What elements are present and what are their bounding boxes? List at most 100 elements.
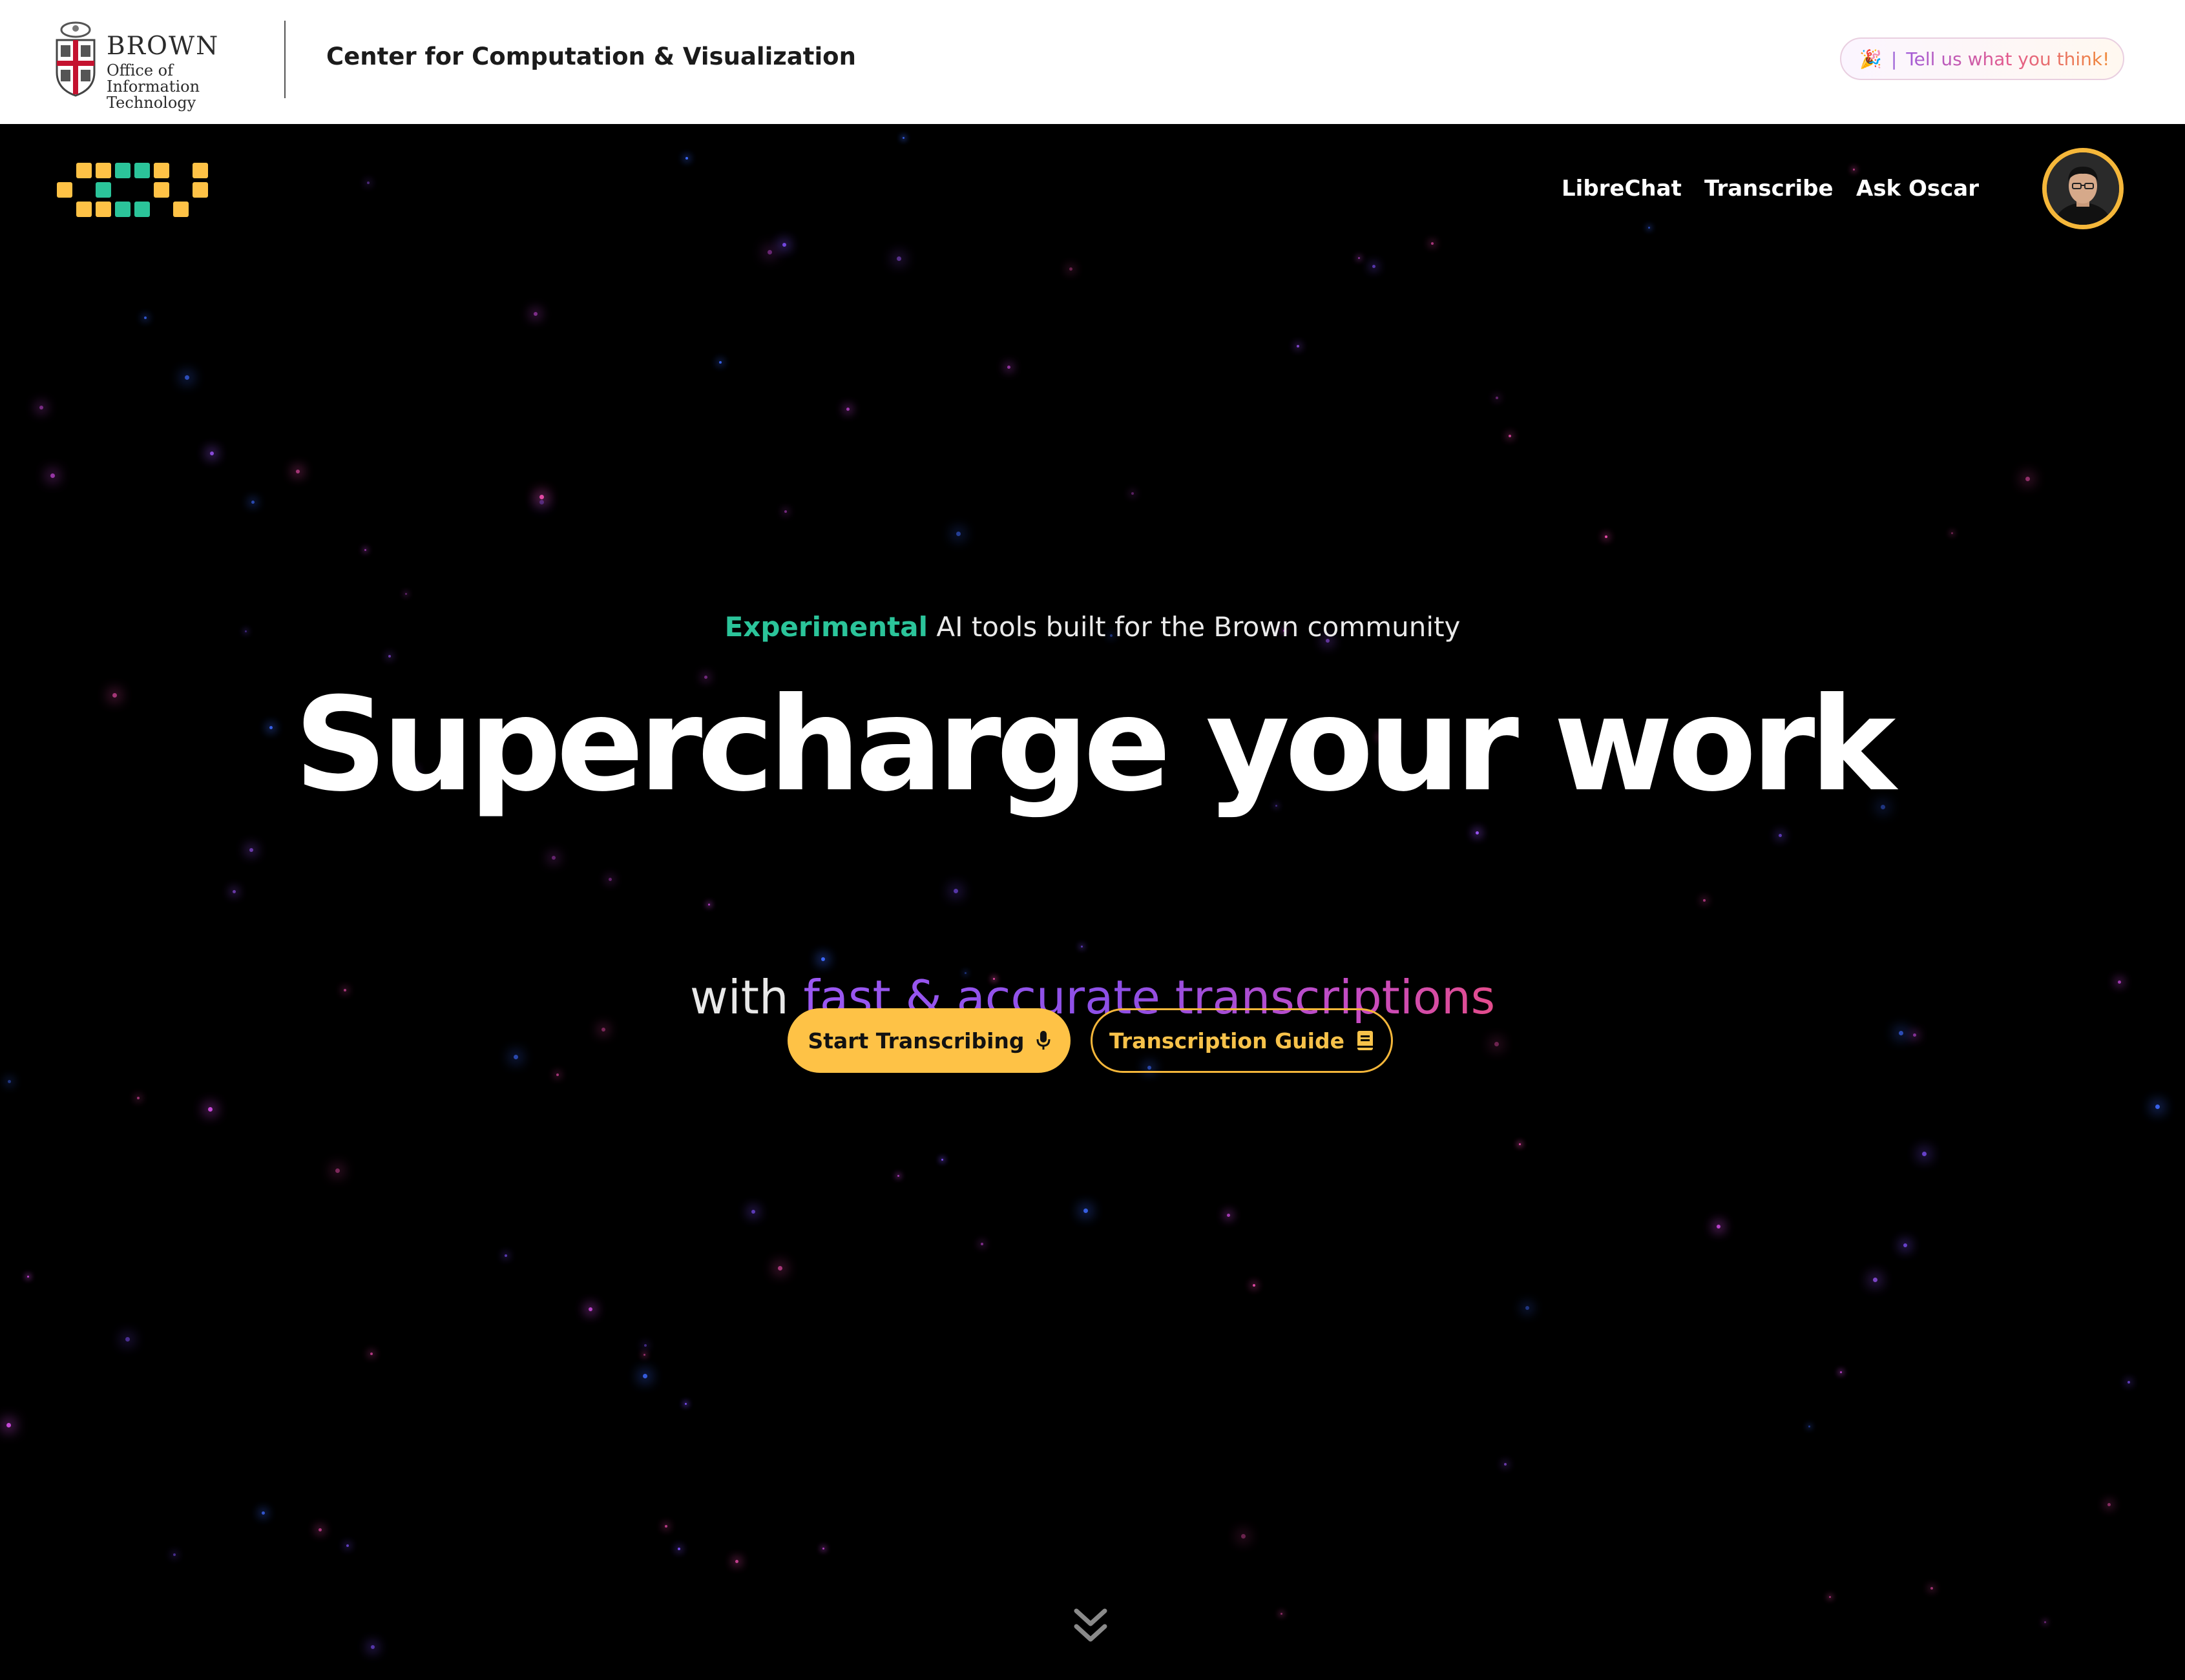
- hero-subline: with fast & accurate transcriptions: [0, 970, 2185, 1024]
- star-particle: [296, 470, 300, 473]
- star-particle: [643, 1374, 647, 1378]
- star-particle: [1779, 834, 1782, 837]
- star-particle: [601, 1028, 605, 1032]
- star-particle: [941, 1159, 943, 1161]
- star-particle: [539, 495, 544, 499]
- star-particle: [2107, 1503, 2111, 1506]
- nav-transcribe[interactable]: Transcribe: [1704, 176, 1834, 202]
- star-particle: [685, 157, 688, 160]
- star-particle: [644, 1344, 647, 1347]
- star-particle: [2025, 477, 2030, 481]
- ccv-logo-pixel: [193, 182, 208, 198]
- star-particle: [346, 1544, 349, 1547]
- star-particle: [1703, 899, 1706, 902]
- ccv-logo[interactable]: [57, 163, 208, 218]
- star-particle: [821, 957, 825, 961]
- star-particle: [335, 1168, 340, 1173]
- ccv-logo-pixel: [193, 163, 208, 178]
- user-portrait-icon: [2047, 152, 2119, 225]
- star-particle: [8, 1080, 11, 1083]
- ccv-logo-pixel: [57, 182, 72, 198]
- star-particle: [1840, 1371, 1842, 1373]
- star-particle: [210, 451, 214, 455]
- star-particle: [685, 1403, 687, 1405]
- star-particle: [1504, 1463, 1507, 1466]
- feedback-button[interactable]: 🎉 | Tell us what you think!: [1840, 37, 2124, 80]
- ccv-logo-pixel: [134, 202, 150, 217]
- star-particle: [1899, 1031, 1903, 1035]
- nav-librechat[interactable]: LibreChat: [1562, 176, 1682, 202]
- ccv-logo-pixel: [154, 163, 169, 178]
- star-particle: [1648, 227, 1650, 229]
- subline-prefix: with: [689, 970, 804, 1024]
- star-particle: [1476, 831, 1479, 835]
- star-particle: [1913, 1033, 1916, 1037]
- star-particle: [1717, 1225, 1720, 1229]
- star-particle: [1873, 1278, 1877, 1282]
- ccv-logo-pixel: [96, 182, 111, 198]
- hero-headline: Supercharge your work: [294, 670, 1896, 820]
- star-particle: [534, 312, 538, 316]
- ccv-logo-pixel: [115, 163, 131, 178]
- star-particle: [1525, 1306, 1529, 1310]
- start-transcribing-button[interactable]: Start Transcribing: [788, 1008, 1071, 1073]
- ccv-logo-pixel: [76, 163, 92, 178]
- star-particle: [1069, 267, 1072, 271]
- star-particle: [1605, 535, 1607, 538]
- transcription-guide-button[interactable]: Transcription Guide: [1091, 1008, 1393, 1073]
- star-particle: [1081, 946, 1083, 948]
- star-particle: [897, 1175, 899, 1177]
- star-particle: [1829, 1596, 1831, 1598]
- oit-subtitle: Office of Information Technology: [107, 61, 200, 112]
- star-particle: [956, 532, 961, 536]
- star-particle: [784, 510, 787, 513]
- user-avatar[interactable]: [2042, 148, 2124, 229]
- star-particle: [1808, 1426, 1810, 1427]
- star-particle: [1131, 492, 1134, 495]
- star-particle: [173, 1553, 176, 1556]
- star-particle: [364, 549, 366, 551]
- star-particle: [678, 1548, 680, 1550]
- institution-header: BROWN Office of Information Technology C…: [0, 0, 2185, 124]
- star-particle: [903, 137, 904, 139]
- star-particle: [144, 316, 147, 319]
- star-particle: [39, 406, 43, 410]
- star-particle: [208, 1107, 213, 1112]
- star-particle: [371, 1645, 375, 1649]
- star-particle: [1253, 1284, 1255, 1287]
- star-particle: [1509, 435, 1511, 437]
- star-particle: [552, 856, 556, 860]
- star-particle: [2155, 1104, 2160, 1109]
- ccv-logo-pixel: [154, 182, 169, 198]
- star-particle: [539, 500, 544, 504]
- transcription-guide-label: Transcription Guide: [1109, 1028, 1344, 1053]
- star-particle: [609, 878, 612, 881]
- star-particle: [1519, 1143, 1521, 1145]
- brown-wordmark[interactable]: BROWN Office of Information Technology: [107, 34, 262, 112]
- star-particle: [2044, 1621, 2046, 1623]
- star-particle: [505, 1254, 507, 1257]
- star-particle: [1281, 1613, 1282, 1615]
- star-particle: [1431, 242, 1434, 245]
- star-particle: [388, 655, 391, 658]
- star-particle: [1922, 1152, 1927, 1156]
- nav-ask-oscar[interactable]: Ask Oscar: [1856, 176, 1979, 202]
- star-particle: [768, 250, 772, 254]
- star-particle: [897, 256, 901, 261]
- brown-shield-logo-icon[interactable]: [53, 21, 98, 97]
- star-particle: [262, 1511, 265, 1515]
- chevron-double-down-icon[interactable]: [1072, 1607, 1109, 1646]
- star-particle: [125, 1337, 130, 1342]
- feedback-label: Tell us what you think!: [1906, 48, 2110, 70]
- center-title[interactable]: Center for Computation & Visualization: [326, 43, 856, 70]
- hero-eyebrow: Experimental AI tools built for the Brow…: [0, 611, 2185, 643]
- star-particle: [1227, 1214, 1230, 1217]
- star-particle: [233, 890, 236, 893]
- star-particle: [589, 1307, 592, 1311]
- star-particle: [1372, 265, 1375, 268]
- star-particle: [981, 1243, 983, 1245]
- header-divider: [284, 21, 286, 98]
- star-particle: [822, 1548, 824, 1550]
- star-particle: [185, 375, 189, 380]
- feedback-separator: |: [1890, 48, 1898, 70]
